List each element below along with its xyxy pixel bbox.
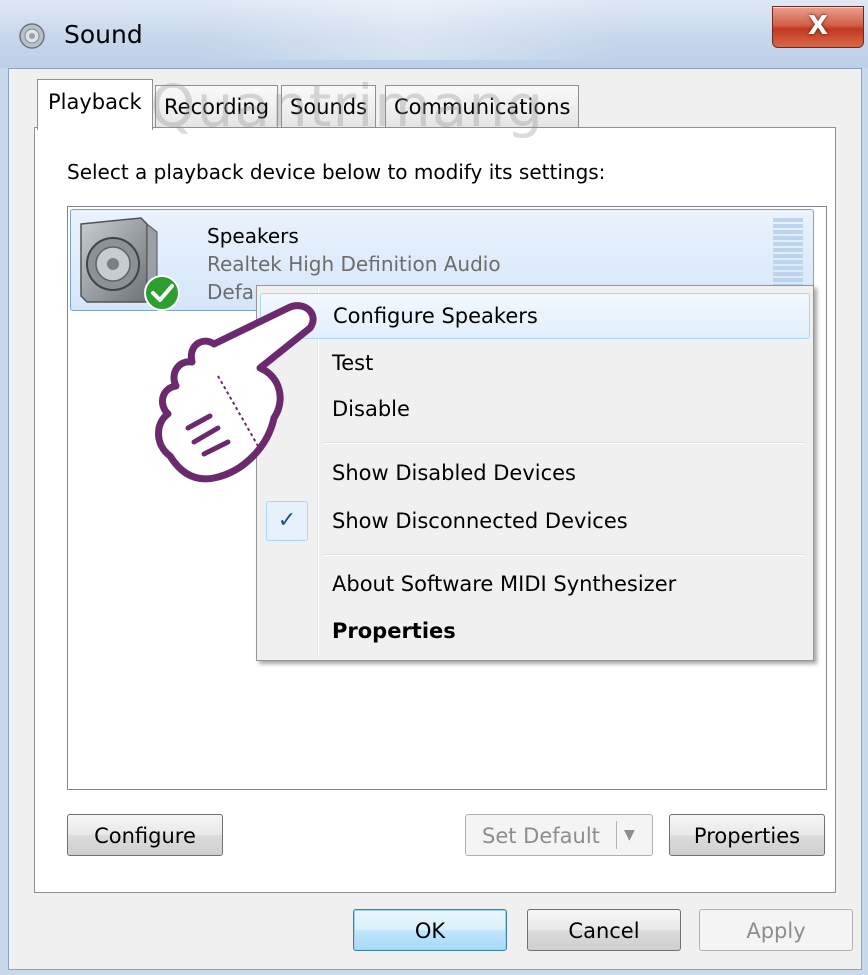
menu-separator <box>323 554 805 556</box>
button-label: Set Default <box>482 824 600 848</box>
close-button[interactable]: X <box>772 6 864 48</box>
menu-item-label: Show Disconnected Devices <box>332 509 628 533</box>
cancel-button[interactable]: Cancel <box>527 909 681 951</box>
properties-button[interactable]: Properties <box>669 814 825 856</box>
title-bar: Sound X <box>0 0 868 68</box>
pointing-hand-icon <box>155 302 317 483</box>
title-bar-glow <box>200 0 620 60</box>
configure-button[interactable]: Configure <box>67 814 223 856</box>
menu-item-label: Properties <box>332 619 456 643</box>
tab-communications[interactable]: Communications <box>385 85 580 128</box>
tab-label: Recording <box>164 95 270 119</box>
button-label: Apply <box>746 919 806 943</box>
button-label: Cancel <box>568 919 640 943</box>
tab-playback[interactable]: Playback <box>37 79 153 130</box>
device-name: Speakers <box>207 224 299 248</box>
device-driver: Realtek High Definition Audio <box>207 252 501 276</box>
menu-item-label: About Software MIDI Synthesizer <box>332 572 677 596</box>
menu-item-about-midi-synth[interactable]: About Software MIDI Synthesizer <box>260 562 808 606</box>
menu-item-properties[interactable]: Properties <box>260 609 808 653</box>
close-icon: X <box>807 11 829 41</box>
menu-item-label: Show Disabled Devices <box>332 461 577 485</box>
ok-button[interactable]: OK <box>353 909 507 951</box>
tab-label: Communications <box>394 95 571 119</box>
menu-item-show-disconnected-devices[interactable]: ✓ Show Disconnected Devices <box>260 499 808 543</box>
button-label: Configure <box>94 824 196 848</box>
tab-recording[interactable]: Recording <box>155 85 279 128</box>
button-label: OK <box>414 919 446 943</box>
menu-item-label: Configure Speakers <box>333 304 538 328</box>
set-default-button[interactable]: Set Default ▼ <box>465 814 653 856</box>
split-divider <box>616 821 617 849</box>
window-title: Sound <box>64 20 143 49</box>
menu-separator <box>323 442 805 444</box>
apply-button[interactable]: Apply <box>699 909 853 951</box>
checkmark-icon: ✓ <box>266 501 308 541</box>
dropdown-arrow-icon[interactable]: ▼ <box>624 815 646 855</box>
instruction-text: Select a playback device below to modify… <box>67 160 606 184</box>
tab-sounds[interactable]: Sounds <box>281 85 377 128</box>
speaker-icon <box>19 23 45 49</box>
tab-label: Playback <box>48 90 142 114</box>
tab-label: Sounds <box>290 95 368 119</box>
button-label: Properties <box>693 824 801 848</box>
